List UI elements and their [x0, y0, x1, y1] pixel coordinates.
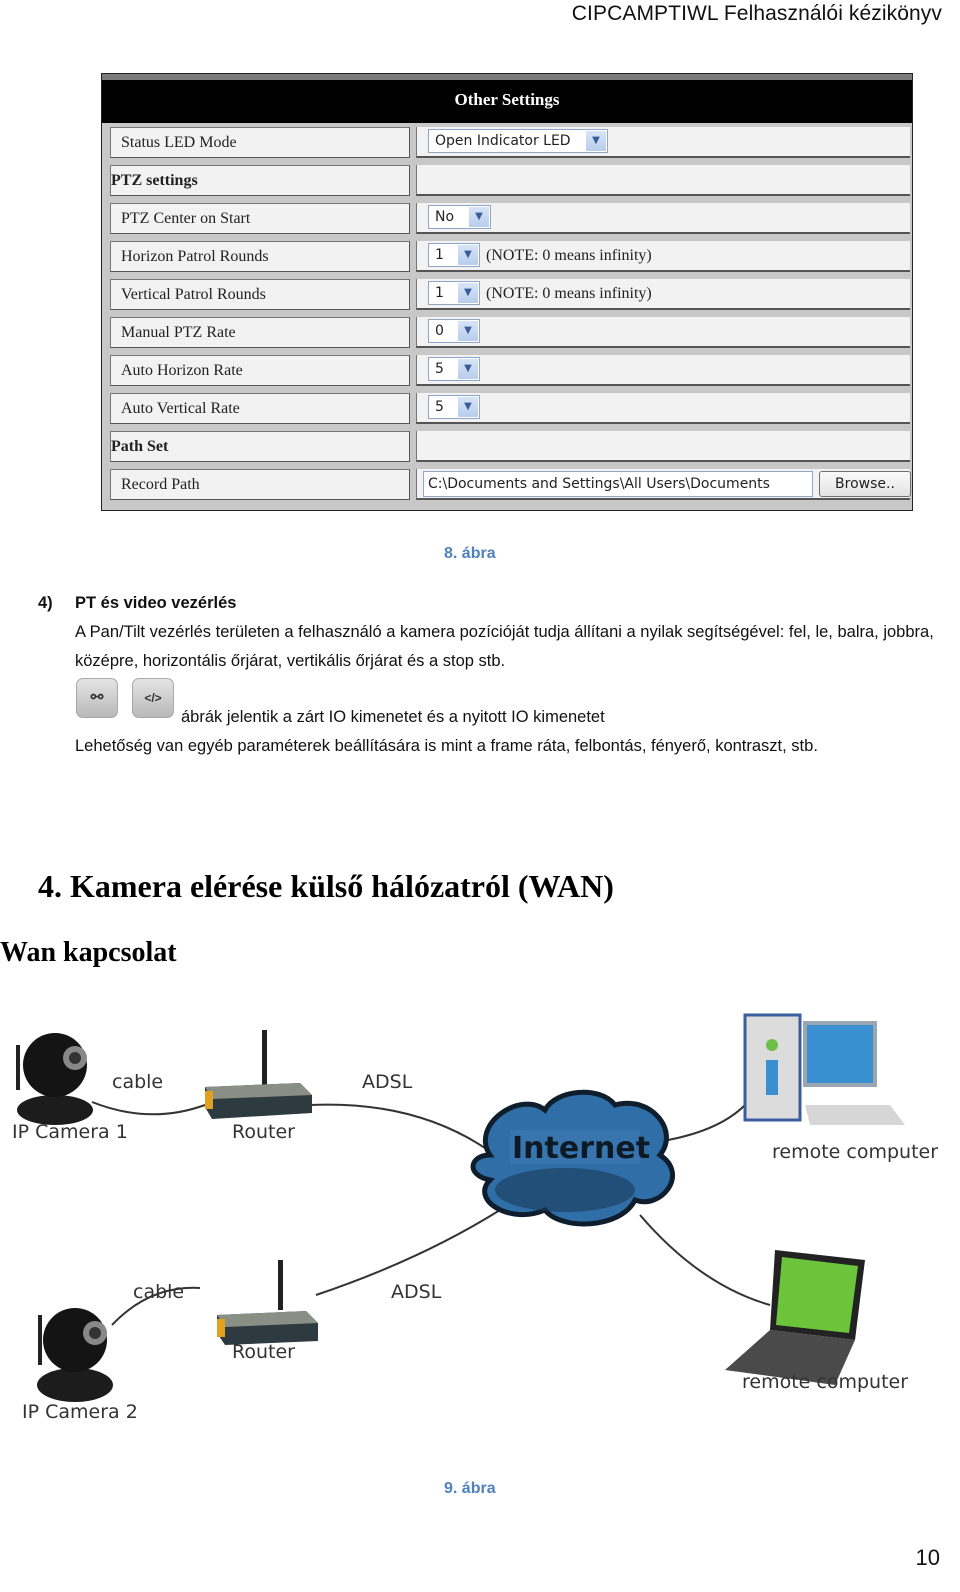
section-path-set: Path Set	[110, 431, 910, 464]
chapter-heading: 4. Kamera elérése külső hálózatról (WAN)	[38, 868, 614, 904]
row-auto-horizon-rate: Auto Horizon Rate 5 ▼	[110, 355, 910, 388]
row-value-cell: 1 ▼ (NOTE: 0 means infinity)	[416, 279, 910, 310]
row-value-cell: 1 ▼ (NOTE: 0 means infinity)	[416, 241, 910, 272]
cable-line-1	[91, 1101, 206, 1116]
chevron-down-icon[interactable]: ▼	[469, 207, 489, 227]
row-label: Auto Vertical Rate	[110, 393, 410, 424]
auto-vertical-rate-select[interactable]: 5 ▼	[428, 395, 480, 419]
wan-network-diagram: cable ADSL IP Camera 1 Router Internet r…	[0, 995, 960, 1455]
ptz-center-on-start-select[interactable]: No ▼	[428, 205, 491, 229]
select-value: 1	[435, 285, 444, 301]
section-paragraph: A Pan/Tilt vezérlés területen a felhaszn…	[75, 623, 934, 670]
section-ptz-settings: PTZ settings	[110, 165, 910, 198]
browse-button[interactable]: Browse..	[819, 471, 911, 497]
cable-label-2: cable	[133, 1281, 185, 1303]
row-value-cell: 0 ▼	[416, 317, 910, 348]
row-horizon-patrol-rounds: Horizon Patrol Rounds 1 ▼ (NOTE: 0 means…	[110, 241, 910, 274]
laptop-icon	[725, 1250, 865, 1385]
remote-computer-label-1: remote computer	[772, 1141, 939, 1163]
vertical-patrol-rounds-select[interactable]: 1 ▼	[428, 281, 480, 305]
select-value: 5	[435, 399, 444, 415]
io-icons-description: ábrák jelentik a zárt IO kimenetet és a …	[181, 708, 605, 726]
select-value: Open Indicator LED	[435, 133, 571, 149]
row-label: Horizon Patrol Rounds	[110, 241, 410, 272]
row-label: Record Path	[110, 469, 410, 500]
router-1-label: Router	[232, 1121, 295, 1143]
section-label: Path Set	[110, 431, 410, 462]
adsl-label-1: ADSL	[362, 1071, 413, 1093]
router-1-icon	[205, 1030, 312, 1119]
row-manual-ptz-rate: Manual PTZ Rate 0 ▼	[110, 317, 910, 350]
row-status-led-mode: Status LED Mode Open Indicator LED ▼	[110, 127, 910, 160]
section-title: PT és video vezérlés	[75, 594, 237, 612]
ip-camera-2-label: IP Camera 2	[22, 1401, 138, 1423]
line-to-desktop	[667, 1104, 746, 1141]
section-label: PTZ settings	[110, 165, 410, 196]
panel-title: Other Settings	[102, 80, 912, 123]
select-value: 1	[435, 247, 444, 263]
row-label: Vertical Patrol Rounds	[110, 279, 410, 310]
cable-label-1: cable	[112, 1071, 164, 1093]
document-header-title: CIPCAMPTIWL Felhasználói kézikönyv	[571, 2, 942, 25]
select-value: 5	[435, 361, 444, 377]
row-value-cell: No ▼	[416, 203, 910, 234]
select-value: 0	[435, 323, 444, 339]
ip-camera-2-icon	[37, 1308, 113, 1402]
row-record-path: Record Path C:\Documents and Settings\Al…	[110, 469, 911, 502]
row-label: PTZ Center on Start	[110, 203, 410, 234]
row-value-cell: 5 ▼	[416, 355, 910, 386]
note-text: (NOTE: 0 means infinity)	[486, 285, 652, 302]
chevron-down-icon[interactable]: ▼	[458, 359, 478, 379]
adsl-label-2: ADSL	[391, 1281, 442, 1303]
chevron-down-icon[interactable]: ▼	[458, 283, 478, 303]
chevron-down-icon[interactable]: ▼	[458, 321, 478, 341]
row-value-cell: Open Indicator LED ▼	[416, 127, 910, 158]
row-ptz-center-on-start: PTZ Center on Start No ▼	[110, 203, 910, 236]
other-parameters-text: Lehetőség van egyéb paraméterek beállítá…	[75, 737, 818, 755]
open-io-icon: </>	[132, 678, 174, 718]
row-value-cell: 5 ▼	[416, 393, 910, 424]
other-settings-panel: Other Settings Status LED Mode Open Indi…	[101, 73, 913, 511]
router-2-label: Router	[232, 1341, 295, 1363]
chapter-subheading: Wan kapcsolat	[0, 937, 177, 968]
horizon-patrol-rounds-select[interactable]: 1 ▼	[428, 243, 480, 267]
chevron-down-icon[interactable]: ▼	[458, 397, 478, 417]
select-value: No	[435, 209, 455, 225]
figure-8-caption: 8. ábra	[444, 545, 496, 562]
row-value-cell	[416, 431, 910, 462]
desktop-computer-icon	[743, 1013, 905, 1125]
internet-label: Internet	[512, 1131, 651, 1166]
row-label: Status LED Mode	[110, 127, 410, 158]
line-to-laptop	[639, 1214, 771, 1306]
row-label: Auto Horizon Rate	[110, 355, 410, 386]
row-label: Manual PTZ Rate	[110, 317, 410, 348]
status-led-mode-select[interactable]: Open Indicator LED ▼	[428, 129, 608, 153]
page-number: 10	[915, 1545, 940, 1570]
chevron-down-icon[interactable]: ▼	[586, 131, 606, 151]
row-auto-vertical-rate: Auto Vertical Rate 5 ▼	[110, 393, 910, 426]
row-value-cell: C:\Documents and Settings\All Users\Docu…	[416, 469, 911, 500]
chevron-down-icon[interactable]: ▼	[458, 245, 478, 265]
closed-io-icon: ⚯	[76, 678, 118, 718]
remote-computer-label-2: remote computer	[742, 1371, 909, 1393]
row-vertical-patrol-rounds: Vertical Patrol Rounds 1 ▼ (NOTE: 0 mean…	[110, 279, 910, 312]
auto-horizon-rate-select[interactable]: 5 ▼	[428, 357, 480, 381]
ip-camera-1-icon	[16, 1033, 93, 1125]
note-text: (NOTE: 0 means infinity)	[486, 247, 652, 264]
manual-ptz-rate-select[interactable]: 0 ▼	[428, 319, 480, 343]
record-path-input[interactable]: C:\Documents and Settings\All Users\Docu…	[423, 471, 813, 497]
section-number: 4)	[38, 594, 53, 612]
row-value-cell	[416, 165, 910, 196]
ip-camera-1-label: IP Camera 1	[12, 1121, 128, 1143]
adsl-line-1	[309, 1103, 496, 1156]
figure-9-caption: 9. ábra	[444, 1480, 496, 1497]
router-2-icon	[217, 1260, 318, 1345]
